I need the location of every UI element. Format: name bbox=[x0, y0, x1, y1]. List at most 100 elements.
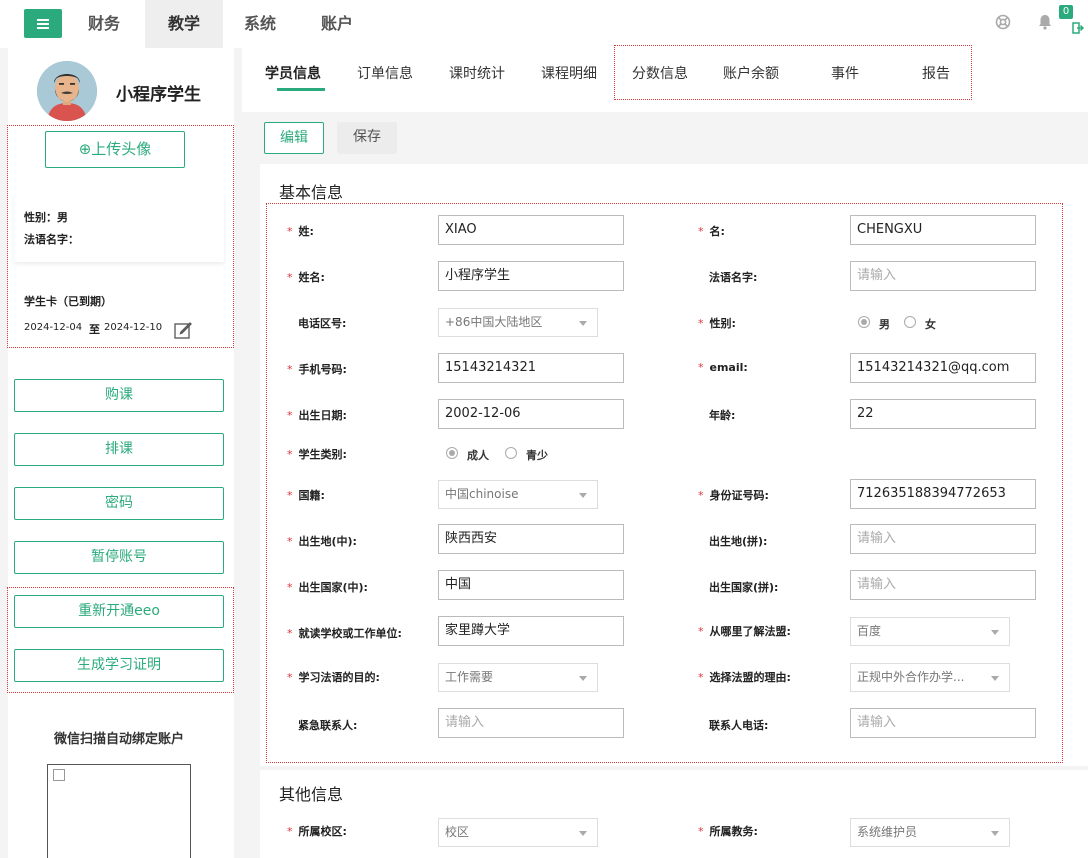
birth-country-cn-input[interactable]: 中国 bbox=[438, 570, 624, 600]
reason-label: * 选择法盟的理由: bbox=[698, 671, 791, 684]
mobile-input[interactable]: 15143214321 bbox=[438, 353, 624, 383]
gender-male-label: 男 bbox=[879, 318, 890, 331]
upload-avatar-button[interactable]: ⊕上传头像 bbox=[45, 131, 185, 168]
gender-info: 性别：男 bbox=[24, 211, 68, 224]
age-input[interactable]: 22 bbox=[850, 399, 1036, 429]
school-label: * 就读学校或工作单位: bbox=[287, 627, 402, 640]
birthplace-py-label: 出生地(拼): bbox=[709, 535, 768, 548]
campus-select[interactable]: 校区 bbox=[438, 818, 598, 847]
logout-icon[interactable] bbox=[1072, 22, 1084, 34]
tab-reports[interactable]: 报告 bbox=[922, 63, 950, 83]
wechat-bind-title: 微信扫描自动绑定账户 bbox=[53, 732, 184, 747]
edit-card-icon[interactable] bbox=[174, 321, 192, 339]
card-start-date: 2024-12-04 bbox=[24, 322, 83, 333]
notification-count-badge: 0 bbox=[1059, 5, 1073, 19]
id-number-label: * 身份证号码: bbox=[698, 489, 769, 502]
tab-course-details[interactable]: 课程明细 bbox=[541, 63, 597, 83]
top-navbar: 财务 教学 系统 账户 0 bbox=[0, 0, 1088, 48]
french-name-input[interactable]: 请输入 bbox=[850, 261, 1036, 291]
french-name-info: 法语名字： bbox=[24, 233, 79, 246]
campus-label: * 所属校区: bbox=[287, 825, 347, 838]
schedule-course-button[interactable]: 排课 bbox=[14, 433, 224, 466]
birth-date-input[interactable]: 2002-12-06 bbox=[438, 399, 624, 429]
tab-hours-stats[interactable]: 课时统计 bbox=[449, 63, 505, 83]
gender-female-label: 女 bbox=[925, 318, 936, 331]
phone-code-select[interactable]: +86中国大陆地区 bbox=[438, 308, 598, 337]
purpose-select[interactable]: 工作需要 bbox=[438, 663, 598, 692]
nav-system[interactable]: 系统 bbox=[226, 0, 294, 48]
purpose-label: * 学习法语的目的: bbox=[287, 671, 380, 684]
academic-staff-label: * 所属教务: bbox=[698, 825, 758, 838]
reason-select[interactable]: 正规中外合作办学... bbox=[850, 663, 1010, 692]
contact-phone-label: 联系人电话: bbox=[709, 719, 769, 732]
student-card-title: 学生卡（已到期） bbox=[24, 295, 112, 308]
birthplace-cn-label: * 出生地(中): bbox=[287, 535, 357, 548]
contact-phone-input[interactable]: 请输入 bbox=[850, 708, 1036, 738]
active-tab-indicator bbox=[277, 88, 325, 91]
mobile-label: * 手机号码: bbox=[287, 363, 347, 376]
gender-label: * 性别: bbox=[698, 317, 736, 330]
first-name-label: * 名: bbox=[698, 225, 725, 238]
full-name-input[interactable]: 小程序学生 bbox=[438, 261, 624, 291]
category-adult-label: 成人 bbox=[467, 449, 489, 462]
category-youth-label: 青少 bbox=[526, 449, 548, 462]
first-name-input[interactable]: CHENGXU bbox=[850, 215, 1036, 245]
tab-events[interactable]: 事件 bbox=[831, 63, 859, 83]
nav-finance[interactable]: 财务 bbox=[70, 0, 138, 48]
help-lifebuoy-icon[interactable] bbox=[995, 14, 1011, 30]
last-name-label: * 姓: bbox=[287, 225, 314, 238]
full-name-label: * 姓名: bbox=[287, 271, 325, 284]
french-name-label: 法语名字: bbox=[709, 271, 758, 284]
birth-country-cn-label: * 出生国家(中): bbox=[287, 581, 368, 594]
source-label: * 从哪里了解法盟: bbox=[698, 625, 791, 638]
email-input[interactable]: 15143214321@qq.com bbox=[850, 353, 1036, 383]
nationality-select[interactable]: 中国chinoise bbox=[438, 480, 598, 509]
birth-country-py-input[interactable]: 请输入 bbox=[850, 570, 1036, 600]
gender-female-radio[interactable] bbox=[904, 316, 916, 328]
school-input[interactable]: 家里蹲大学 bbox=[438, 616, 624, 646]
academic-staff-select[interactable]: 系统维护员 bbox=[850, 818, 1010, 847]
suspend-account-button[interactable]: 暂停账号 bbox=[14, 541, 224, 574]
id-number-input[interactable]: 712635188394772653 bbox=[850, 479, 1036, 509]
gender-male-radio[interactable] bbox=[858, 316, 870, 328]
tab-student-info[interactable]: 学员信息 bbox=[265, 63, 321, 83]
wechat-qr-code bbox=[47, 764, 191, 858]
birth-date-label: * 出生日期: bbox=[287, 409, 347, 422]
tab-order-info[interactable]: 订单信息 bbox=[357, 63, 413, 83]
category-youth-radio[interactable] bbox=[505, 447, 517, 459]
source-select[interactable]: 百度 bbox=[850, 617, 1010, 646]
emergency-contact-label: 紧急联系人: bbox=[298, 719, 358, 732]
category-adult-radio[interactable] bbox=[446, 447, 458, 459]
avatar-portrait-icon bbox=[37, 61, 97, 121]
birthplace-cn-input[interactable]: 陕西西安 bbox=[438, 524, 624, 554]
save-button[interactable]: 保存 bbox=[337, 122, 397, 154]
reopen-eeo-button[interactable]: 重新开通eeo bbox=[14, 595, 224, 628]
student-info-card bbox=[14, 196, 224, 262]
hamburger-icon bbox=[37, 18, 49, 29]
broken-image-icon bbox=[53, 769, 65, 781]
nav-account[interactable]: 账户 bbox=[303, 0, 371, 48]
student-category-label: * 学生类别: bbox=[287, 448, 347, 461]
other-info-title: 其他信息 bbox=[279, 785, 344, 804]
card-date-separator: 至 bbox=[89, 323, 100, 336]
birthplace-py-input[interactable]: 请输入 bbox=[850, 524, 1036, 554]
email-label: * email: bbox=[698, 361, 748, 374]
edit-button[interactable]: 编辑 bbox=[264, 122, 324, 154]
tab-account-balance[interactable]: 账户余额 bbox=[723, 63, 779, 83]
password-button[interactable]: 密码 bbox=[14, 487, 224, 520]
card-end-date: 2024-12-10 bbox=[104, 322, 163, 333]
student-name: 小程序学生 bbox=[116, 85, 201, 105]
generate-certificate-button[interactable]: 生成学习证明 bbox=[14, 649, 224, 682]
emergency-contact-input[interactable]: 请输入 bbox=[438, 708, 624, 738]
notification-bell-icon[interactable] bbox=[1038, 14, 1052, 30]
age-label: 年龄: bbox=[709, 409, 736, 422]
tab-score-info[interactable]: 分数信息 bbox=[632, 63, 688, 83]
nav-teaching[interactable]: 教学 bbox=[145, 0, 223, 48]
menu-toggle-button[interactable] bbox=[24, 9, 62, 38]
last-name-input[interactable]: XIAO bbox=[438, 215, 624, 245]
birth-country-py-label: 出生国家(拼): bbox=[709, 581, 779, 594]
avatar bbox=[37, 61, 97, 121]
basic-info-title: 基本信息 bbox=[279, 183, 344, 202]
purchase-course-button[interactable]: 购课 bbox=[14, 379, 224, 412]
nationality-label: * 国籍: bbox=[287, 489, 325, 502]
